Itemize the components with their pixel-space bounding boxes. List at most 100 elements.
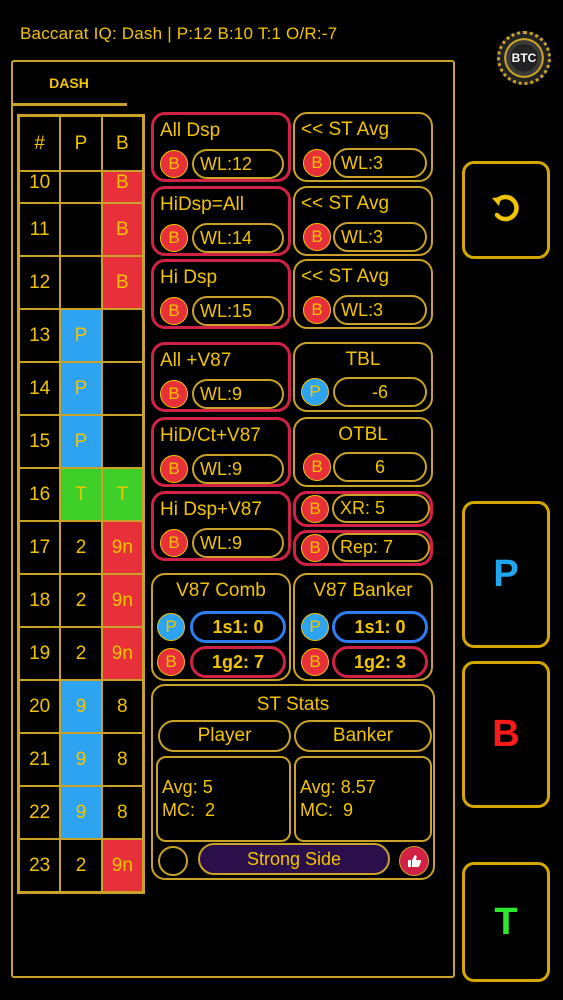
road-player-cell: P xyxy=(60,415,102,468)
road-row: 23 2 9n xyxy=(19,839,143,892)
road-player-cell xyxy=(60,203,102,256)
road-hand-number: 15 xyxy=(19,415,61,468)
win-loss-value: WL:15 xyxy=(192,296,284,326)
card-st-avg-3[interactable]: << ST Avg B WL:3 xyxy=(293,259,433,329)
col-header-number: # xyxy=(19,116,61,171)
road-row: 17 2 9n xyxy=(19,521,143,574)
road-banker-cell: 8 xyxy=(101,733,143,786)
card-title: HiD/Ct+V87 xyxy=(160,425,261,446)
road-player-cell: 9 xyxy=(60,680,102,733)
tab-indicator xyxy=(13,103,127,106)
thumbs-up-icon[interactable] xyxy=(399,846,429,876)
tie-bet-button[interactable]: T xyxy=(462,862,550,982)
road-player-cell xyxy=(60,256,102,309)
road-player-cell: 2 xyxy=(60,839,102,892)
tab-dash[interactable]: DASH xyxy=(11,60,127,106)
player-bet-button[interactable]: P xyxy=(462,501,550,648)
card-all-v87[interactable]: All +V87 B WL:9 xyxy=(151,342,291,412)
card-title: << ST Avg xyxy=(301,266,390,287)
road-hand-number: 12 xyxy=(19,256,61,309)
banker-badge: B xyxy=(301,648,329,676)
banker-stats-button[interactable]: Banker xyxy=(294,720,432,752)
st-stats-panel: ST Stats Player Banker Avg: 5 MC: 2 Avg:… xyxy=(151,684,435,880)
card-title: Hi Dsp xyxy=(160,267,218,288)
road-hand-number: 14 xyxy=(19,362,61,415)
card-tbl[interactable]: TBL P -6 xyxy=(293,342,433,412)
banker-button-label: B xyxy=(492,713,520,755)
banker-badge: B xyxy=(303,149,331,177)
player-badge: P xyxy=(301,378,329,406)
card-xr[interactable]: B XR: 5 xyxy=(293,491,433,527)
player-badge: P xyxy=(157,613,185,641)
win-loss-value: WL:12 xyxy=(192,149,284,179)
card-otbl[interactable]: OTBL B 6 xyxy=(293,417,433,487)
win-loss-value: WL:3 xyxy=(333,222,427,252)
road-hand-number: 19 xyxy=(19,627,61,680)
card-v87-banker[interactable]: V87 Banker P 1s1: 0 B 1g2: 3 xyxy=(293,573,433,681)
strong-side-button[interactable]: Strong Side xyxy=(198,843,390,875)
road-banker-cell: 9n xyxy=(101,574,143,627)
card-hid-ct-v87[interactable]: HiD/Ct+V87 B WL:9 xyxy=(151,417,291,487)
card-rep[interactable]: B Rep: 7 xyxy=(293,530,433,566)
road-row: 15 P xyxy=(19,415,143,468)
empty-indicator[interactable] xyxy=(158,846,188,876)
card-title: Hi Dsp+V87 xyxy=(160,499,262,520)
win-loss-value: WL:14 xyxy=(192,223,284,253)
road-hand-number: 21 xyxy=(19,733,61,786)
win-loss-value: WL:3 xyxy=(333,295,427,325)
road-body: 10 B 11 B 12 B 13 P 14 P 15 P 16 T T 17 2 9n 18 2 9n 19 2 9n 20 9… xyxy=(19,171,143,892)
app-title: Baccarat IQ: Dash | P:12 B:10 T:1 O/R:-7 xyxy=(20,24,338,43)
road-hand-number: 17 xyxy=(19,521,61,574)
road-hand-number: 11 xyxy=(19,203,61,256)
road-player-cell: 9 xyxy=(60,786,102,839)
road-banker-cell: 8 xyxy=(101,786,143,839)
card-title: V87 Comb xyxy=(176,580,266,601)
player-value: 1s1: 0 xyxy=(190,611,286,643)
btc-logo[interactable]: BTC xyxy=(497,31,551,85)
road-banker-cell: 8 xyxy=(101,680,143,733)
road-hand-number: 23 xyxy=(19,839,61,892)
road-banker-cell xyxy=(101,362,143,415)
card-hi-dsp[interactable]: Hi Dsp B WL:15 xyxy=(151,259,291,329)
banker-badge: B xyxy=(160,150,188,178)
player-stats-button[interactable]: Player xyxy=(158,720,291,752)
road-banker-cell xyxy=(101,415,143,468)
col-header-player: P xyxy=(60,116,102,171)
card-hi-dsp-v87[interactable]: Hi Dsp+V87 B WL:9 xyxy=(151,491,291,561)
road-hand-number: 18 xyxy=(19,574,61,627)
card-st-avg-1[interactable]: << ST Avg B WL:3 xyxy=(293,112,433,182)
road-player-cell: 9 xyxy=(60,733,102,786)
card-title: OTBL xyxy=(338,424,388,445)
road-row: 16 T T xyxy=(19,468,143,521)
xr-value: XR: 5 xyxy=(332,494,430,523)
road-player-cell: 2 xyxy=(60,521,102,574)
card-st-avg-2[interactable]: << ST Avg B WL:3 xyxy=(293,186,433,256)
player-badge: P xyxy=(301,613,329,641)
road-row: 13 P xyxy=(19,309,143,362)
player-button-label: P xyxy=(493,553,519,595)
card-hidsp-all[interactable]: HiDsp=All B WL:14 xyxy=(151,186,291,256)
tbl-value: -6 xyxy=(333,377,427,407)
road-player-cell: T xyxy=(60,468,102,521)
road-header-row: # P B xyxy=(19,116,143,171)
card-title: All Dsp xyxy=(160,120,221,141)
undo-icon xyxy=(488,190,524,231)
banker-value: 1g2: 7 xyxy=(190,646,286,678)
win-loss-value: WL:9 xyxy=(192,379,284,409)
card-v87-comb[interactable]: V87 Comb P 1s1: 0 B 1g2: 7 xyxy=(151,573,291,681)
road-row: 18 2 9n xyxy=(19,574,143,627)
undo-button[interactable] xyxy=(462,161,550,259)
road-player-cell: P xyxy=(60,309,102,362)
road-banker-cell: B xyxy=(101,171,143,203)
road-table: # P B 10 B 11 B 12 B 13 P 14 P 15 P 16 T T 17 2 9n 18 2 9n 19… xyxy=(17,114,145,894)
banker-bet-button[interactable]: B xyxy=(462,661,550,808)
road-banker-cell: 9n xyxy=(101,839,143,892)
card-title: << ST Avg xyxy=(301,193,390,214)
otbl-value: 6 xyxy=(333,452,427,482)
player-value: 1s1: 0 xyxy=(332,611,428,643)
banker-badge: B xyxy=(160,380,188,408)
road-banker-cell: 9n xyxy=(101,521,143,574)
player-stats-box: Avg: 5 MC: 2 xyxy=(156,756,291,842)
rep-value: Rep: 7 xyxy=(332,533,430,562)
card-all-dsp[interactable]: All Dsp B WL:12 xyxy=(151,112,291,182)
